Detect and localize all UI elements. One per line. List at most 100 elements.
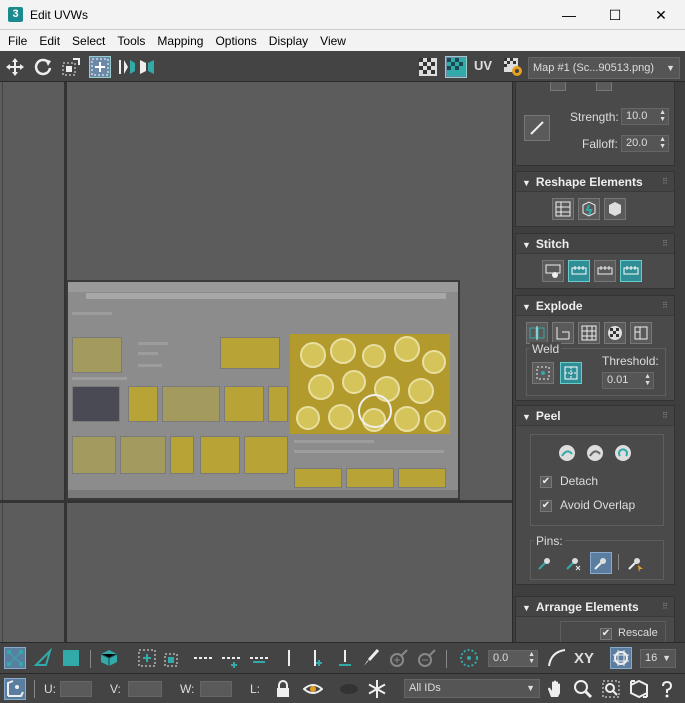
break-icon[interactable] bbox=[526, 322, 548, 344]
stitch-custom-icon[interactable] bbox=[542, 260, 564, 282]
texture-lemon bbox=[422, 350, 446, 374]
grid-snap-icon[interactable] bbox=[610, 647, 632, 669]
soft-select-falloff-field[interactable]: 0.0 ▲ ▼ bbox=[488, 650, 538, 667]
menu-edit[interactable]: Edit bbox=[35, 34, 64, 48]
hide-eye-icon[interactable] bbox=[302, 678, 324, 700]
unhide-icon[interactable] bbox=[336, 678, 362, 700]
paint-shrink-icon[interactable] bbox=[416, 647, 438, 669]
checker-ball-icon[interactable] bbox=[604, 322, 626, 344]
show-map-icon[interactable] bbox=[445, 56, 467, 78]
quick-peel-icon[interactable] bbox=[556, 442, 578, 464]
collapse-triangle-icon: ▼ bbox=[522, 412, 531, 422]
grow-selection-icon[interactable] bbox=[136, 647, 158, 669]
paint-grow-icon[interactable] bbox=[388, 647, 410, 669]
maximize-button[interactable]: ☐ bbox=[592, 0, 638, 30]
rollout-header[interactable]: ▼ Explode bbox=[516, 296, 674, 316]
shrink-selection-icon[interactable] bbox=[162, 647, 184, 669]
avoid-overlap-checkbox[interactable]: ✔ bbox=[540, 500, 552, 512]
w-field[interactable] bbox=[200, 681, 232, 697]
soft-select-icon[interactable] bbox=[458, 647, 480, 669]
zoom-icon[interactable] bbox=[572, 678, 594, 700]
line-brush-icon[interactable] bbox=[524, 115, 550, 141]
straighten-icon[interactable] bbox=[552, 198, 574, 220]
detach-checkbox[interactable]: ✔ bbox=[540, 476, 552, 488]
menu-file[interactable]: File bbox=[4, 34, 31, 48]
rectangle-icon[interactable] bbox=[604, 198, 626, 220]
stitch-average-icon[interactable] bbox=[594, 260, 616, 282]
move-icon[interactable] bbox=[4, 56, 26, 78]
lock-icon[interactable] bbox=[272, 678, 294, 700]
strength-spinner[interactable]: 10.0 ▲ ▼ bbox=[621, 108, 669, 125]
menu-options[interactable]: Options bbox=[211, 34, 260, 48]
reset-peel-icon[interactable] bbox=[612, 442, 634, 464]
map-select[interactable]: Map #1 (Sc...90513.png) ▼ bbox=[528, 57, 680, 79]
vertex-select-icon[interactable] bbox=[4, 647, 26, 669]
brush-tool-icon[interactable] bbox=[596, 82, 612, 91]
rescale-checkbox[interactable]: ✔ bbox=[600, 628, 612, 640]
strength-value: 10.0 bbox=[626, 110, 648, 122]
pin-icon[interactable] bbox=[534, 552, 556, 574]
help-icon[interactable] bbox=[656, 678, 678, 700]
rollout-header[interactable]: ▼ Peel bbox=[516, 406, 674, 426]
detach-edge-icon[interactable] bbox=[552, 322, 574, 344]
texture-lemon bbox=[300, 342, 326, 368]
scale-icon[interactable] bbox=[60, 56, 82, 78]
relax-icon[interactable] bbox=[578, 198, 600, 220]
rotate-icon[interactable] bbox=[32, 56, 54, 78]
minimize-button[interactable]: — bbox=[546, 0, 592, 30]
absolute-offset-icon[interactable] bbox=[4, 678, 26, 700]
loop-select-icon[interactable] bbox=[192, 647, 214, 669]
stitch-target-icon[interactable] bbox=[620, 260, 642, 282]
flatten-grid-icon[interactable] bbox=[578, 322, 600, 344]
edge-select-icon[interactable] bbox=[32, 647, 54, 669]
u-field[interactable] bbox=[60, 681, 92, 697]
rollout-header[interactable]: ▼ Stitch bbox=[516, 234, 674, 254]
paint-select-icon[interactable] bbox=[360, 647, 382, 669]
checker-pattern-icon[interactable] bbox=[417, 56, 439, 78]
material-id-select[interactable]: All IDs ▼ bbox=[404, 679, 540, 698]
xy-coordinate-label[interactable]: XY bbox=[574, 650, 594, 667]
zoom-region-icon[interactable] bbox=[600, 678, 622, 700]
auto-pin-icon[interactable] bbox=[590, 552, 612, 574]
weld-target-icon[interactable] bbox=[560, 362, 582, 384]
brush-icon[interactable] bbox=[550, 82, 566, 91]
freeze-snowflake-icon[interactable] bbox=[366, 678, 388, 700]
pan-hand-icon[interactable] bbox=[544, 678, 566, 700]
v-field[interactable] bbox=[128, 681, 162, 697]
texture-thumb bbox=[72, 337, 122, 373]
falloff-curve-icon[interactable] bbox=[546, 647, 568, 669]
ring-grow-icon[interactable] bbox=[220, 647, 242, 669]
menu-tools[interactable]: Tools bbox=[113, 34, 149, 48]
peel-mode-icon[interactable] bbox=[584, 442, 606, 464]
element-select-icon[interactable] bbox=[98, 647, 120, 669]
face-select-icon[interactable] bbox=[60, 647, 82, 669]
rollout-header[interactable]: ▼ Reshape Elements bbox=[516, 172, 674, 192]
stitch-source-icon[interactable] bbox=[568, 260, 590, 282]
freeform-icon[interactable] bbox=[89, 56, 111, 78]
rollout-header[interactable]: ▼ Arrange Elements bbox=[516, 597, 674, 617]
flip-icon[interactable] bbox=[136, 56, 158, 78]
ring-shrink-icon[interactable] bbox=[248, 647, 270, 669]
texture-settings-icon[interactable] bbox=[502, 56, 524, 78]
close-button[interactable]: ✕ bbox=[638, 0, 684, 30]
uv-viewport[interactable] bbox=[0, 82, 512, 642]
uv-label[interactable]: UV bbox=[474, 58, 492, 73]
menu-display[interactable]: Display bbox=[265, 34, 312, 48]
zoom-extents-icon[interactable] bbox=[628, 678, 650, 700]
edge-loop-icon[interactable] bbox=[278, 647, 300, 669]
loop-shrink-icon[interactable] bbox=[334, 647, 356, 669]
box-map-icon[interactable] bbox=[630, 322, 652, 344]
menu-mapping[interactable]: Mapping bbox=[153, 34, 207, 48]
pack-icon[interactable] bbox=[526, 631, 552, 642]
texture-thumb bbox=[162, 386, 220, 422]
weld-selected-icon[interactable] bbox=[532, 362, 554, 384]
falloff-spinner[interactable]: 20.0 ▲ ▼ bbox=[621, 135, 669, 152]
unpin-icon[interactable] bbox=[562, 552, 584, 574]
menu-select[interactable]: Select bbox=[68, 34, 109, 48]
threshold-spinner[interactable]: 0.01 ▲ ▼ bbox=[602, 372, 654, 389]
menu-view[interactable]: View bbox=[316, 34, 350, 48]
grid-size-select[interactable]: 16 ▼ bbox=[640, 649, 676, 668]
select-pins-icon[interactable] bbox=[624, 552, 646, 574]
mirror-icon[interactable] bbox=[116, 56, 138, 78]
loop-grow-icon[interactable] bbox=[306, 647, 328, 669]
